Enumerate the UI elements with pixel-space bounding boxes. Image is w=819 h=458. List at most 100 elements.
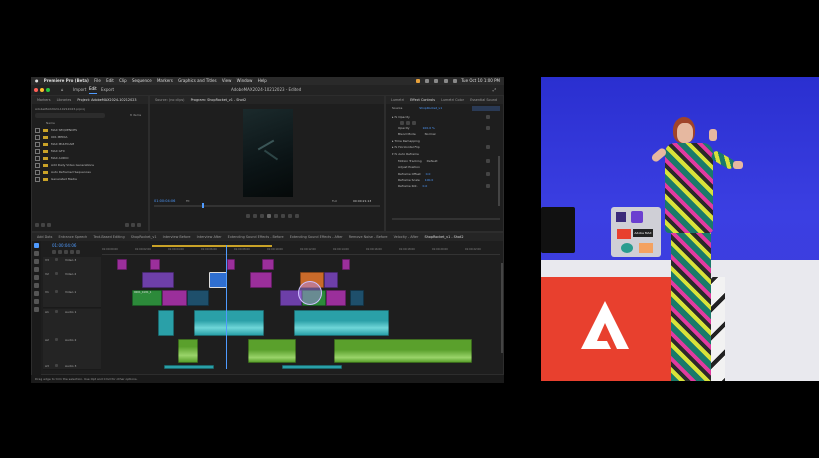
search-icon[interactable] bbox=[443, 79, 448, 83]
mark-in-icon[interactable] bbox=[246, 214, 250, 218]
effect-row-horizontal-flip[interactable]: ▸ fx Horizontal Flip bbox=[392, 145, 420, 150]
program-playhead[interactable] bbox=[202, 203, 204, 208]
menu-clip[interactable]: Clip bbox=[119, 77, 127, 85]
effect-row-motion-tracking[interactable]: Motion Tracking Default bbox=[398, 159, 438, 164]
zoom-window-button[interactable] bbox=[46, 88, 50, 92]
effect-row-reframe-rotation[interactable]: Reframe Rot. 0.0 bbox=[398, 184, 427, 189]
video-clip-selected[interactable] bbox=[209, 272, 227, 288]
keyframe-icon[interactable] bbox=[486, 115, 490, 119]
tab-source[interactable]: Source: (no clips) bbox=[155, 96, 184, 104]
track-header[interactable]: A1 Audio 1 bbox=[43, 309, 101, 338]
nav-edit[interactable]: Edit bbox=[89, 85, 97, 94]
bin-item[interactable]: Add Daily Video Generations bbox=[35, 162, 145, 168]
video-clip[interactable] bbox=[142, 272, 174, 288]
ripple-edit-tool-icon[interactable] bbox=[34, 259, 39, 264]
freeform-view-icon[interactable] bbox=[47, 223, 51, 227]
battery-icon[interactable] bbox=[434, 79, 439, 83]
add-marker-icon[interactable] bbox=[64, 250, 68, 254]
video-clip[interactable] bbox=[150, 259, 160, 270]
timeline-clips-area[interactable]: 0001_4181_1 bbox=[102, 245, 500, 369]
audio-clip[interactable] bbox=[334, 339, 472, 363]
effect-row-adjust-position[interactable]: Adjust Position bbox=[398, 165, 420, 170]
video-clip[interactable]: 0001_4181_1 bbox=[132, 290, 162, 306]
tab-essential-sound[interactable]: Essential Sound bbox=[470, 96, 497, 104]
tab-sequence-active[interactable]: ShopRocket_v1 - Shot2 bbox=[424, 233, 463, 241]
tab-lumetri-scopes[interactable]: Lumetri bbox=[391, 96, 404, 104]
video-clip[interactable] bbox=[227, 259, 235, 270]
menu-graphics[interactable]: Graphics and Titles bbox=[178, 77, 216, 85]
tab-sequence[interactable]: Interview Before bbox=[163, 233, 191, 241]
audio-clip[interactable] bbox=[164, 365, 214, 369]
trash-icon[interactable] bbox=[137, 223, 141, 227]
track-id[interactable]: V2 bbox=[45, 272, 49, 276]
track-header[interactable]: V1 Video 1 bbox=[43, 289, 101, 308]
effect-row-time-remap[interactable]: ▸ Time Remapping bbox=[392, 139, 420, 144]
track-id[interactable]: V1 bbox=[45, 290, 49, 294]
tab-sequence[interactable]: Entrance Speech bbox=[59, 233, 88, 241]
type-tool-icon[interactable] bbox=[34, 307, 39, 312]
keyframe-icon[interactable] bbox=[486, 126, 490, 130]
tab-effect-controls[interactable]: Effect Controls bbox=[410, 96, 435, 104]
razor-tool-icon[interactable] bbox=[34, 267, 39, 272]
column-name-header[interactable]: Name bbox=[46, 121, 55, 125]
wifi-icon[interactable] bbox=[425, 79, 430, 83]
effect-row-reframe-scale[interactable]: Reframe Scale 100.0 bbox=[398, 178, 433, 183]
tab-markers[interactable]: Markers bbox=[37, 96, 51, 104]
video-clip[interactable] bbox=[342, 259, 350, 270]
effect-row-reframe-offset[interactable]: Reframe Offset 0.0 bbox=[398, 172, 430, 177]
video-clip[interactable] bbox=[350, 290, 364, 306]
lock-icon[interactable] bbox=[55, 272, 58, 275]
audio-clip[interactable] bbox=[194, 310, 264, 336]
track-id[interactable]: A2 bbox=[45, 338, 49, 342]
audio-clip[interactable] bbox=[248, 339, 296, 363]
status-icon[interactable] bbox=[415, 79, 420, 83]
tab-sequence[interactable]: Extending Sound Effects - Before bbox=[228, 233, 284, 241]
tab-sequence[interactable]: Remove Noise - Before bbox=[349, 233, 388, 241]
timeline-playhead[interactable] bbox=[226, 245, 227, 369]
lock-icon[interactable] bbox=[55, 258, 58, 261]
track-header[interactable]: V3 Video 3 bbox=[43, 257, 101, 272]
menu-help[interactable]: Help bbox=[258, 77, 267, 85]
audio-clip[interactable] bbox=[178, 339, 198, 363]
export-frame-icon[interactable] bbox=[295, 214, 299, 218]
track-header[interactable]: A2 Audio 2 bbox=[43, 337, 101, 364]
audio-clip[interactable] bbox=[158, 310, 174, 336]
effect-controls-scrollbar[interactable] bbox=[498, 156, 500, 206]
video-preview[interactable] bbox=[243, 109, 293, 197]
step-forward-icon[interactable] bbox=[274, 214, 278, 218]
slip-tool-icon[interactable] bbox=[34, 275, 39, 280]
bin-item[interactable]: MAX MULTICAM bbox=[35, 141, 145, 147]
tab-sequence[interactable]: ShopRocket_v1 bbox=[131, 233, 157, 241]
bin-item[interactable]: MAX SEQUENCES bbox=[35, 127, 145, 133]
video-clip[interactable] bbox=[117, 259, 127, 270]
effect-controls-zoom[interactable] bbox=[392, 218, 500, 220]
effect-row-auto-reframe[interactable]: ▾ fx Auto Reframe bbox=[392, 152, 419, 157]
video-clip[interactable] bbox=[250, 272, 272, 288]
home-icon[interactable]: ⌂ bbox=[61, 85, 64, 95]
mini-timeline[interactable] bbox=[472, 106, 500, 111]
nav-import[interactable]: Import bbox=[73, 85, 86, 95]
app-name[interactable]: Premiere Pro (Beta) bbox=[44, 77, 89, 85]
tab-program[interactable]: Program: ShopRocket_v1 - Shot2 bbox=[191, 96, 247, 104]
bin-item[interactable]: MAX GFX bbox=[35, 148, 145, 154]
nav-export[interactable]: Export bbox=[101, 85, 114, 95]
video-clip[interactable] bbox=[262, 259, 274, 270]
snap-icon[interactable] bbox=[52, 250, 56, 254]
captions-icon[interactable] bbox=[76, 250, 80, 254]
menu-edit[interactable]: Edit bbox=[106, 77, 114, 85]
video-clip[interactable] bbox=[162, 290, 187, 306]
effect-row-opacity-value[interactable]: Opacity 100.0 % bbox=[398, 126, 435, 131]
tab-sequence[interactable]: Add Dots bbox=[37, 233, 52, 241]
control-center-icon[interactable] bbox=[452, 79, 457, 83]
rectangle-tool-icon[interactable] bbox=[34, 291, 39, 296]
list-view-icon[interactable] bbox=[35, 223, 39, 227]
tab-sequence[interactable]: Extending Sound Effects - After bbox=[290, 233, 343, 241]
linked-selection-icon[interactable] bbox=[58, 250, 62, 254]
quality-dropdown[interactable]: Full bbox=[332, 199, 337, 203]
fit-dropdown[interactable]: Fit bbox=[186, 199, 190, 203]
tab-sequence[interactable]: Interview After bbox=[197, 233, 222, 241]
bin-item[interactable]: Generated Media bbox=[35, 176, 145, 182]
new-item-icon[interactable] bbox=[131, 223, 135, 227]
bin-item[interactable]: Auto Reframed Sequences bbox=[35, 169, 145, 175]
menu-sequence[interactable]: Sequence bbox=[132, 77, 152, 85]
